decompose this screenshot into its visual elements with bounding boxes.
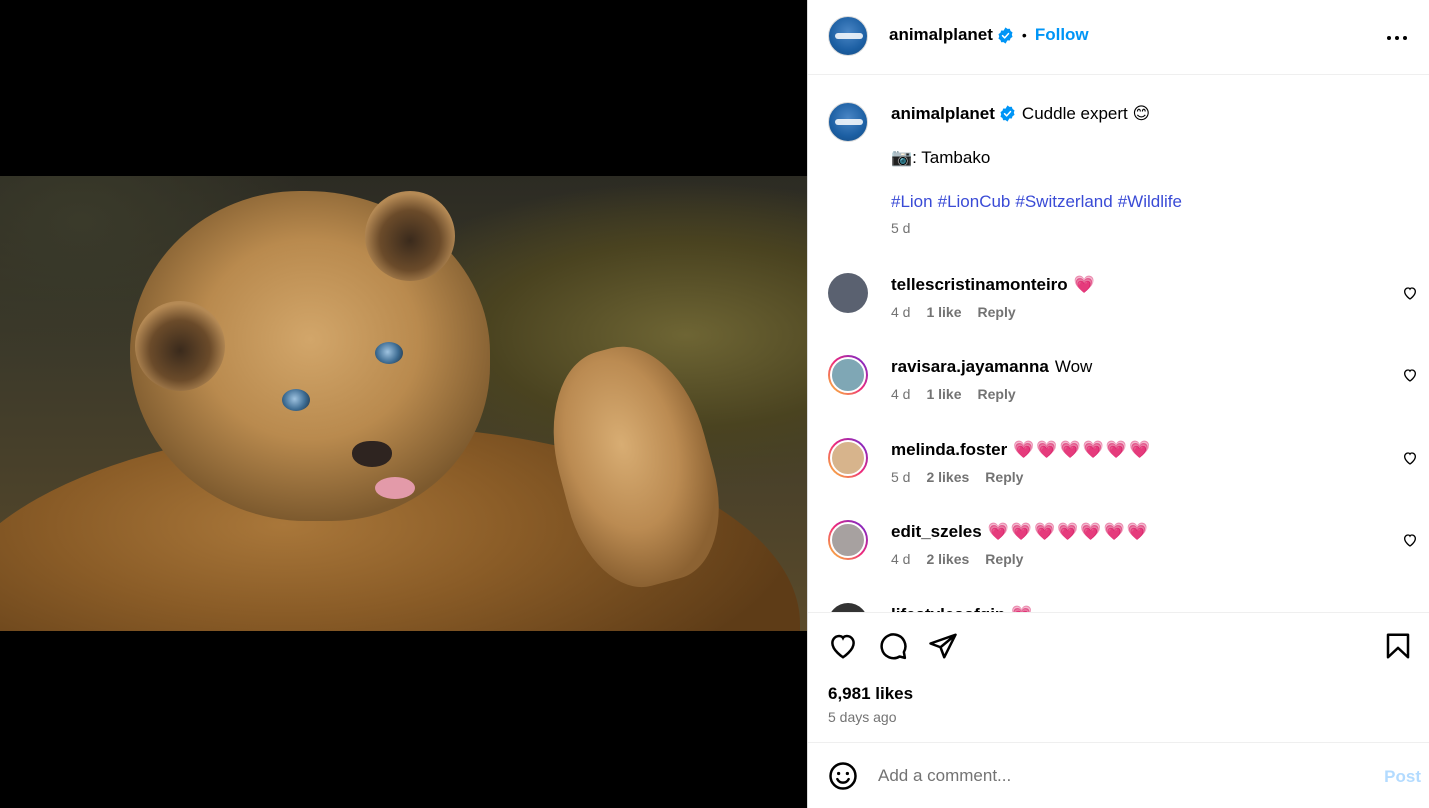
- photo-ear-left: [135, 301, 225, 391]
- bookmark-icon[interactable]: [1383, 631, 1413, 661]
- photo-tongue: [375, 477, 415, 499]
- comment-likes[interactable]: 2 likes: [926, 551, 969, 567]
- comment-text: 💗💗💗💗💗💗💗: [987, 522, 1150, 541]
- comment-item: ravisara.jayamanna Wow 4 d 1 like Reply: [828, 355, 1418, 415]
- caption-text: Cuddle expert 😊: [1021, 104, 1151, 123]
- hashtag-link[interactable]: #LionCub: [938, 192, 1011, 211]
- reply-button[interactable]: Reply: [985, 469, 1023, 485]
- comment-avatar[interactable]: [828, 438, 868, 478]
- comment-avatar[interactable]: [828, 273, 868, 313]
- reply-button[interactable]: Reply: [978, 386, 1016, 402]
- header-avatar[interactable]: [828, 16, 868, 56]
- post-sidebar: animalplanet • Follow animalplanet Cuddl…: [807, 0, 1429, 808]
- photo-nose: [352, 441, 392, 467]
- comment-likes[interactable]: 2 likes: [926, 469, 969, 485]
- comment-body: ravisara.jayamanna Wow 4 d 1 like Reply: [891, 355, 1092, 402]
- comment-line: tellescristinamonteiro 💗: [891, 273, 1097, 297]
- post-header: animalplanet • Follow: [808, 0, 1429, 75]
- photo-eye-right: [375, 342, 403, 364]
- heart-outline-icon[interactable]: [1402, 532, 1418, 548]
- photo-ear-right: [365, 191, 455, 281]
- paper-plane-icon[interactable]: [928, 631, 958, 661]
- comment-username[interactable]: melinda.foster: [891, 440, 1007, 459]
- comment-line: melinda.foster 💗💗💗💗💗💗: [891, 438, 1152, 462]
- caption-body: animalplanet Cuddle expert 😊 📷: Tambako …: [891, 102, 1411, 236]
- comment-text: 💗💗💗💗💗💗: [1013, 440, 1153, 459]
- posted-time[interactable]: 5 days ago: [828, 709, 897, 725]
- comment-avatar[interactable]: [828, 355, 868, 395]
- comment-composer: Post: [808, 742, 1429, 808]
- post-photo[interactable]: [0, 176, 807, 631]
- hashtag-link[interactable]: #Switzerland: [1015, 192, 1112, 211]
- media-panel: [0, 0, 807, 808]
- comment-item: melinda.foster 💗💗💗💗💗💗 5 d 2 likes Reply: [828, 438, 1418, 498]
- comment-input[interactable]: [878, 761, 1338, 791]
- hashtag-link[interactable]: #Wildlife: [1118, 192, 1182, 211]
- comment-age[interactable]: 5 d: [891, 469, 910, 485]
- hashtag-link[interactable]: #Lion: [891, 192, 933, 211]
- comment-username[interactable]: lifestylesofgin: [891, 605, 1005, 612]
- comment-text: Wow: [1054, 357, 1093, 376]
- heart-outline-icon[interactable]: [1402, 285, 1418, 301]
- comment-meta: 4 d 1 like Reply: [891, 304, 1097, 320]
- comment-text: 💗: [1011, 605, 1034, 612]
- comment-body: tellescristinamonteiro 💗 4 d 1 like Reply: [891, 273, 1097, 320]
- heart-outline-icon[interactable]: [1402, 367, 1418, 383]
- comment-meta: 5 d 2 likes Reply: [891, 469, 1152, 485]
- comment-likes[interactable]: 1 like: [926, 386, 961, 402]
- comment-meta: 4 d 2 likes Reply: [891, 551, 1150, 567]
- header-name-row: animalplanet • Follow: [889, 25, 1089, 45]
- comment-age[interactable]: 4 d: [891, 304, 910, 320]
- action-bar: 6,981 likes 5 days ago: [808, 612, 1429, 742]
- follow-button[interactable]: Follow: [1035, 25, 1089, 45]
- emoji-icon[interactable]: [828, 761, 858, 791]
- verified-badge-icon: [1000, 105, 1015, 122]
- caption-hashtags: #Lion #LionCub #Switzerland #Wildlife: [891, 190, 1411, 214]
- caption-credit: 📷: Tambako: [891, 148, 991, 167]
- post-button[interactable]: Post: [1384, 767, 1421, 787]
- comments-scroll-area[interactable]: animalplanet Cuddle expert 😊 📷: Tambako …: [808, 76, 1429, 612]
- comment-line: lifestylesofgin 💗: [891, 603, 1034, 612]
- comment-item: tellescristinamonteiro 💗 4 d 1 like Reply: [828, 273, 1418, 333]
- likes-count[interactable]: 6,981 likes: [828, 684, 913, 704]
- comment-body: edit_szeles 💗💗💗💗💗💗💗 4 d 2 likes Reply: [891, 520, 1150, 567]
- heart-outline-icon[interactable]: [828, 631, 858, 661]
- comment-line: edit_szeles 💗💗💗💗💗💗💗: [891, 520, 1150, 544]
- caption-age[interactable]: 5 d: [891, 220, 1411, 236]
- comment-body: lifestylesofgin 💗: [891, 603, 1034, 612]
- header-separator: •: [1021, 27, 1027, 43]
- post-modal: animalplanet • Follow animalplanet Cuddl…: [0, 0, 1429, 808]
- header-username[interactable]: animalplanet: [889, 25, 993, 45]
- comment-username[interactable]: edit_szeles: [891, 522, 982, 541]
- caption-avatar[interactable]: [828, 102, 868, 142]
- verified-badge-icon: [998, 26, 1013, 44]
- reply-button[interactable]: Reply: [985, 551, 1023, 567]
- heart-outline-icon[interactable]: [1402, 450, 1418, 466]
- comment-username[interactable]: ravisara.jayamanna: [891, 357, 1049, 376]
- reply-button[interactable]: Reply: [978, 304, 1016, 320]
- comment-item: lifestylesofgin 💗: [828, 603, 1418, 612]
- comment-line: ravisara.jayamanna Wow: [891, 355, 1092, 379]
- comment-avatar[interactable]: [828, 520, 868, 560]
- comment-avatar[interactable]: [828, 603, 868, 612]
- comment-age[interactable]: 4 d: [891, 551, 910, 567]
- comment-likes[interactable]: 1 like: [926, 304, 961, 320]
- photo-eye-left: [282, 389, 310, 411]
- comment-meta: 4 d 1 like Reply: [891, 386, 1092, 402]
- comment-body: melinda.foster 💗💗💗💗💗💗 5 d 2 likes Reply: [891, 438, 1152, 485]
- caption-text-row: animalplanet Cuddle expert 😊: [891, 102, 1411, 126]
- caption-username[interactable]: animalplanet: [891, 104, 995, 123]
- comment-bubble-icon[interactable]: [878, 631, 908, 661]
- comment-text: 💗: [1073, 275, 1097, 294]
- comment-username[interactable]: tellescristinamonteiro: [891, 275, 1068, 294]
- more-horizontal-icon[interactable]: [1385, 26, 1409, 50]
- comment-item: edit_szeles 💗💗💗💗💗💗💗 4 d 2 likes Reply: [828, 520, 1418, 580]
- comment-age[interactable]: 4 d: [891, 386, 910, 402]
